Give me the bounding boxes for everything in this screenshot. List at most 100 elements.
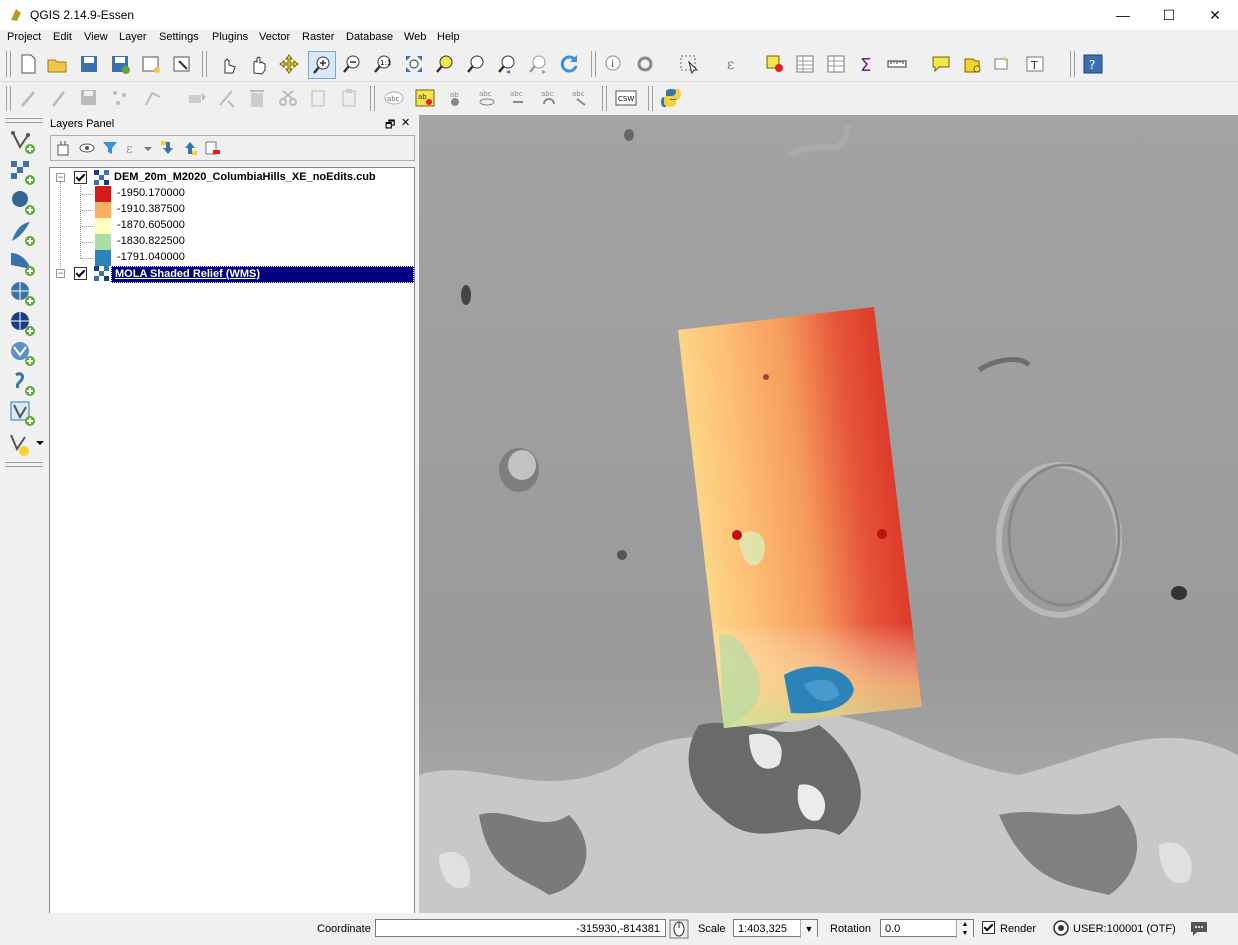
menu-view[interactable]: View	[84, 31, 108, 43]
map-tips-icon[interactable]	[928, 51, 954, 77]
menu-database[interactable]: Database	[346, 31, 393, 43]
text-annotation-icon[interactable]: T	[1022, 51, 1048, 77]
toolbar-grip[interactable]	[602, 86, 607, 111]
toolbar-grip[interactable]	[5, 462, 43, 467]
visibility-eye-icon[interactable]	[78, 139, 96, 157]
attribute-table-icon[interactable]	[792, 51, 818, 77]
layer-visibility-checkbox[interactable]	[74, 171, 87, 184]
add-wfs-layer-icon[interactable]	[8, 339, 36, 367]
scale-combobox[interactable]: 1:403,325 ▼	[733, 919, 818, 938]
identify-icon[interactable]: i	[601, 51, 627, 77]
new-project-icon[interactable]	[15, 51, 41, 77]
open-project-icon[interactable]	[44, 51, 70, 77]
rotation-spinbox[interactable]: 0.0 ▲ ▼	[880, 919, 974, 938]
add-raster-layer-icon[interactable]	[8, 158, 36, 186]
expand-all-icon[interactable]	[159, 139, 177, 157]
current-edits-icon[interactable]	[15, 85, 41, 111]
new-bookmark-icon[interactable]	[959, 51, 985, 77]
pan-to-selection-icon[interactable]	[276, 51, 302, 77]
render-checkbox[interactable]	[982, 921, 995, 934]
toolbar-grip[interactable]	[648, 86, 653, 111]
node-tool-icon[interactable]	[140, 85, 166, 111]
menu-project[interactable]: Project	[7, 31, 41, 43]
save-project-icon[interactable]	[76, 51, 102, 77]
toggle-editing-icon[interactable]	[45, 85, 71, 111]
add-spatialite-layer-icon[interactable]	[8, 219, 36, 247]
layer-visibility-checkbox[interactable]	[74, 267, 87, 280]
move-feature-icon[interactable]	[184, 85, 210, 111]
select-features-icon[interactable]	[676, 51, 702, 77]
change-label-icon[interactable]: abc	[567, 85, 593, 111]
add-delimited-text-icon[interactable]	[8, 369, 36, 397]
rotate-label-icon[interactable]: abc	[536, 85, 562, 111]
zoom-to-layer-icon[interactable]	[463, 51, 489, 77]
zoom-out-icon[interactable]	[339, 51, 365, 77]
add-wms-layer-icon[interactable]	[8, 279, 36, 307]
filter-dropdown-icon[interactable]	[143, 139, 153, 157]
paste-features-icon[interactable]	[305, 85, 331, 111]
zoom-last-icon[interactable]	[494, 51, 520, 77]
toolbar-grip[interactable]	[591, 51, 596, 77]
expand-toggle[interactable]: −	[56, 173, 65, 182]
menu-web[interactable]: Web	[404, 31, 426, 43]
field-calculator-icon[interactable]	[823, 51, 849, 77]
help-icon[interactable]: ?	[1080, 51, 1106, 77]
select-expression-icon[interactable]: ε	[720, 51, 746, 77]
menu-edit[interactable]: Edit	[53, 31, 72, 43]
label-icon[interactable]: abc	[381, 85, 407, 111]
deselect-icon[interactable]	[762, 51, 788, 77]
toolbar-grip[interactable]	[6, 51, 11, 77]
minimize-button[interactable]: —	[1100, 0, 1146, 30]
add-postgis-layer-icon[interactable]	[8, 188, 36, 216]
delete-selected-icon[interactable]	[214, 85, 240, 111]
map-canvas[interactable]	[419, 115, 1238, 913]
menu-plugins[interactable]: Plugins	[212, 31, 248, 43]
zoom-full-icon[interactable]	[401, 51, 427, 77]
new-layer-icon[interactable]	[8, 429, 46, 457]
menu-layer[interactable]: Layer	[119, 31, 147, 43]
add-mssql-layer-icon[interactable]	[8, 249, 36, 277]
csw-icon[interactable]: CSW	[613, 85, 639, 111]
pin-labels-icon[interactable]: ab	[443, 85, 469, 111]
crs-status[interactable]: USER:100001 (OTF)	[1073, 923, 1176, 935]
style-manager-icon[interactable]	[55, 139, 73, 157]
extents-toggle-button[interactable]	[669, 919, 689, 939]
collapse-all-icon[interactable]	[181, 139, 199, 157]
menu-settings[interactable]: Settings	[159, 31, 199, 43]
copy-features-icon[interactable]	[275, 85, 301, 111]
zoom-to-selection-icon[interactable]	[432, 51, 458, 77]
scale-dropdown-icon[interactable]: ▼	[800, 920, 817, 938]
add-feature-icon[interactable]	[107, 85, 133, 111]
crs-globe-icon[interactable]	[1053, 920, 1069, 936]
save-edits-icon[interactable]	[76, 85, 102, 111]
zoom-in-icon[interactable]	[308, 51, 336, 79]
add-wcs-layer-icon[interactable]	[8, 309, 36, 337]
show-hide-labels-icon[interactable]: abc	[474, 85, 500, 111]
add-virtual-layer-icon[interactable]	[8, 399, 36, 427]
zoom-next-icon[interactable]	[525, 51, 551, 77]
pan-map-icon[interactable]	[246, 51, 272, 77]
toolbar-grip[interactable]	[6, 86, 11, 111]
expand-toggle[interactable]: −	[56, 269, 65, 278]
clipboard-icon[interactable]	[336, 85, 362, 111]
cut-features-icon[interactable]	[244, 85, 270, 111]
move-label-icon[interactable]: abc	[505, 85, 531, 111]
toolbar-grip[interactable]	[370, 86, 375, 111]
toolbar-grip[interactable]	[5, 118, 43, 123]
toolbar-grip[interactable]	[202, 51, 207, 77]
menu-vector[interactable]: Vector	[259, 31, 290, 43]
composer-manager-icon[interactable]	[169, 51, 195, 77]
toolbar-grip[interactable]	[1070, 51, 1075, 77]
new-print-composer-icon[interactable]	[138, 51, 164, 77]
panel-close-button[interactable]: ✕	[401, 116, 410, 129]
layer-labeling-icon[interactable]: ab	[412, 85, 438, 111]
messages-icon[interactable]	[1189, 919, 1209, 937]
rotation-stepper-icon[interactable]: ▲ ▼	[956, 920, 973, 938]
statistics-icon[interactable]: Σ	[854, 51, 880, 77]
close-button[interactable]: ✕	[1192, 0, 1238, 30]
layer-row[interactable]: − DEM_20m_M2020_ColumbiaHills_XE_noEdits.…	[50, 170, 414, 186]
maximize-button[interactable]: ☐	[1146, 0, 1192, 30]
filter-legend-icon[interactable]	[101, 139, 119, 157]
coordinate-field[interactable]: -315930,-814381	[375, 919, 666, 937]
layer-row[interactable]: − MOLA Shaded Relief (WMS)	[50, 266, 414, 283]
